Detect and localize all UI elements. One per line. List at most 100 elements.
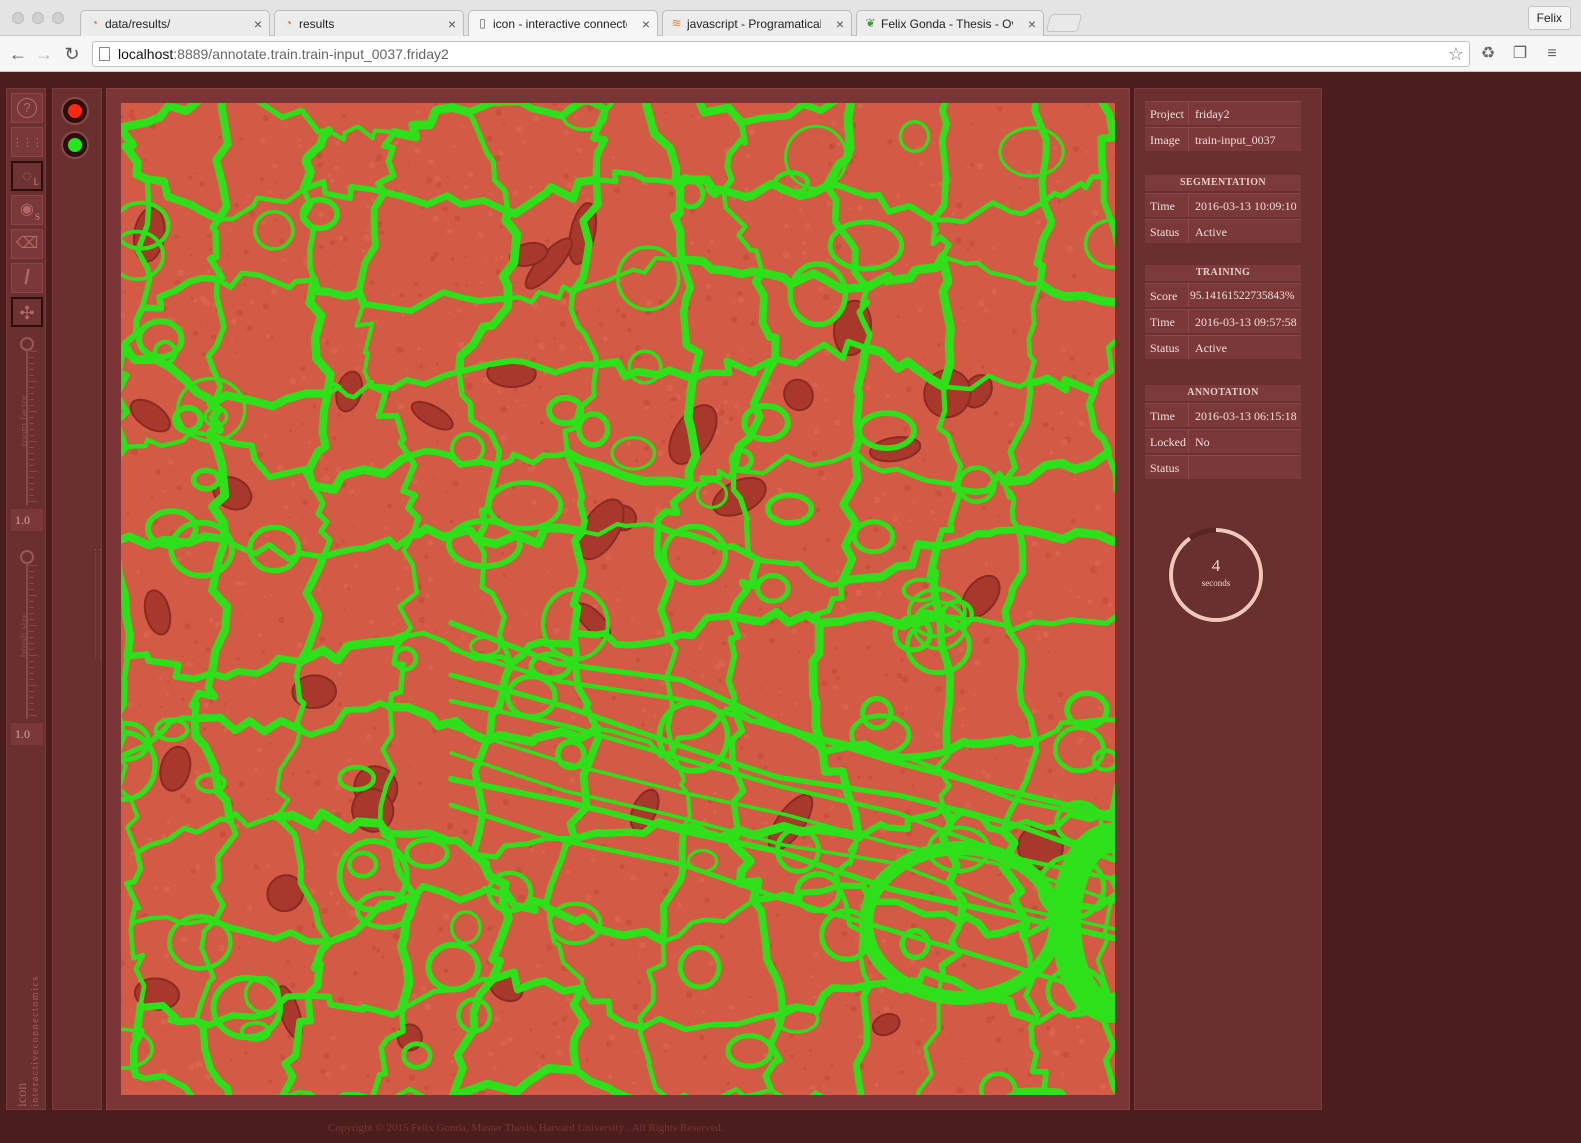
window-zoom-button[interactable] <box>52 12 64 24</box>
close-tab-icon[interactable]: × <box>836 11 844 36</box>
row-key: Time <box>1145 194 1189 217</box>
bookmark-star-icon[interactable]: ☆ <box>1448 42 1464 66</box>
row-value: friday2 <box>1195 107 1230 121</box>
url-text[interactable]: localhost:8889/annotate.train.train-inpu… <box>118 42 449 66</box>
brush-button[interactable]: / <box>11 263 43 293</box>
window-close-button[interactable] <box>12 12 24 24</box>
browser-tab[interactable]: ◔ results × <box>274 10 464 36</box>
row-key: Status <box>1145 336 1189 359</box>
close-tab-icon[interactable]: × <box>642 11 650 36</box>
training-score-row: Score 95.14161522735843% <box>1145 283 1301 307</box>
leaf-icon: ❦ <box>865 16 876 30</box>
slider-tick <box>29 679 34 680</box>
slider-tick <box>29 459 34 460</box>
copy-extension-icon[interactable]: ❐ <box>1510 44 1530 64</box>
recycle-extension-icon[interactable]: ♻ <box>1478 44 1498 64</box>
close-tab-icon[interactable]: × <box>448 11 456 36</box>
reload-icon[interactable]: ↻ <box>60 42 84 66</box>
row-key: Score <box>1145 284 1189 307</box>
row-key: Locked <box>1145 430 1189 453</box>
segmentation-heading: SEGMENTATION <box>1145 175 1301 191</box>
page-icon: ▯ <box>479 16 486 30</box>
url-host: localhost <box>118 46 174 62</box>
annotation-heading: ANNOTATION <box>1145 385 1301 401</box>
page-icon <box>99 47 110 61</box>
back-arrow-icon[interactable]: ← <box>6 42 30 66</box>
red-label-button[interactable] <box>61 97 89 125</box>
slider-tick <box>29 363 34 364</box>
training-status-row: Status Active <box>1145 335 1301 359</box>
slider-tick <box>29 595 37 596</box>
slider-tick <box>29 489 34 490</box>
browser-tab[interactable]: ◔ data/results/ × <box>80 10 270 36</box>
slider-tick <box>29 375 34 376</box>
brush-slider-label: brush size <box>18 612 30 658</box>
help-icon: ? <box>17 98 37 118</box>
red-swatch <box>68 104 82 118</box>
grid-icon: ⋮⋮⋮ <box>12 137 43 149</box>
menu-icon[interactable]: ≡ <box>1542 44 1562 64</box>
slider-tick <box>29 495 34 496</box>
row-key: Project <box>1145 102 1189 125</box>
slider-tick <box>29 565 37 566</box>
slider-tick <box>29 411 37 412</box>
segmentation-time-row: Time 2016-03-13 10:09:10 <box>1145 193 1301 217</box>
close-tab-icon[interactable]: × <box>254 11 262 36</box>
row-value: Active <box>1195 341 1227 355</box>
move-crosshair-icon: ✣ <box>19 303 35 323</box>
slider-tick <box>29 381 37 382</box>
brush-slider-handle[interactable] <box>20 550 34 564</box>
image-canvas-frame <box>106 88 1130 1110</box>
toggle-segmentation-button[interactable]: ◉ S <box>11 195 43 225</box>
url-path: :8889/annotate.train.train-input_0037.fr… <box>173 46 449 62</box>
panel-resize-handle[interactable] <box>95 549 101 659</box>
slider-tick <box>29 483 34 484</box>
training-heading: TRAINING <box>1145 265 1301 281</box>
timer-value: 4 <box>1211 556 1221 575</box>
loading-spinner-icon: ◔ <box>90 16 99 30</box>
slider-tick <box>29 351 37 352</box>
close-tab-icon[interactable]: × <box>1028 11 1036 36</box>
tab-title: results <box>299 17 335 31</box>
new-tab-button[interactable] <box>1045 14 1083 32</box>
row-key: Time <box>1145 404 1189 427</box>
window-minimize-button[interactable] <box>32 12 44 24</box>
row-key: Time <box>1145 310 1189 333</box>
browser-tab[interactable]: ≋ javascript - Programatically × <box>662 10 852 36</box>
annotation-status-row: Status <box>1145 455 1301 479</box>
annotation-app: ? ⋮⋮⋮ ◌ L ◉ S ⌫ / ✣ zoom factor 1.0 brus… <box>0 72 1581 1143</box>
profile-button[interactable]: Felix <box>1527 6 1571 30</box>
zoom-slider-handle[interactable] <box>20 337 34 351</box>
slider-tick <box>29 477 34 478</box>
stackoverflow-icon: ≋ <box>671 16 682 30</box>
slider-tick <box>29 441 37 442</box>
browser-tab[interactable]: ❦ Felix Gonda - Thesis - Over × <box>856 10 1044 36</box>
toggle-labels-button[interactable]: ◌ L <box>11 161 43 191</box>
tab-title: Felix Gonda - Thesis - Over <box>881 17 1013 31</box>
forward-arrow-icon[interactable]: → <box>32 42 56 66</box>
slider-tick <box>29 655 37 656</box>
logo-secondary-text: interactiveconnectomics <box>30 975 41 1107</box>
slider-tick <box>29 471 37 472</box>
help-button[interactable]: ? <box>11 93 43 123</box>
slider-tick <box>29 691 34 692</box>
eraser-button[interactable]: ⌫ <box>11 229 43 259</box>
address-bar[interactable]: localhost:8889/annotate.train.train-inpu… <box>92 41 1470 67</box>
green-label-button[interactable] <box>61 131 89 159</box>
tab-title: javascript - Programatically <box>687 17 821 31</box>
row-value: 95.14161522735843% <box>1190 290 1295 302</box>
image-canvas[interactable] <box>121 103 1115 1095</box>
labels-shortcut: L <box>33 177 40 187</box>
grid-button[interactable]: ⋮⋮⋮ <box>11 127 43 157</box>
slider-tick <box>29 501 37 502</box>
row-value: No <box>1195 435 1210 449</box>
slider-tick <box>29 685 37 686</box>
segmentation-overlay-image[interactable] <box>121 103 1115 1095</box>
countdown-timer: 4 seconds <box>1167 526 1265 624</box>
browser-toolbar: ← → ↻ localhost:8889/annotate.train.trai… <box>0 36 1581 72</box>
slider-tick <box>29 571 34 572</box>
browser-tab-active[interactable]: ▯ icon - interactive connecto × <box>468 10 658 36</box>
pan-zoom-button[interactable]: ✣ <box>11 297 43 327</box>
row-value: train-input_0037 <box>1195 133 1276 147</box>
zoom-slider-label: zoom factor <box>18 394 30 448</box>
